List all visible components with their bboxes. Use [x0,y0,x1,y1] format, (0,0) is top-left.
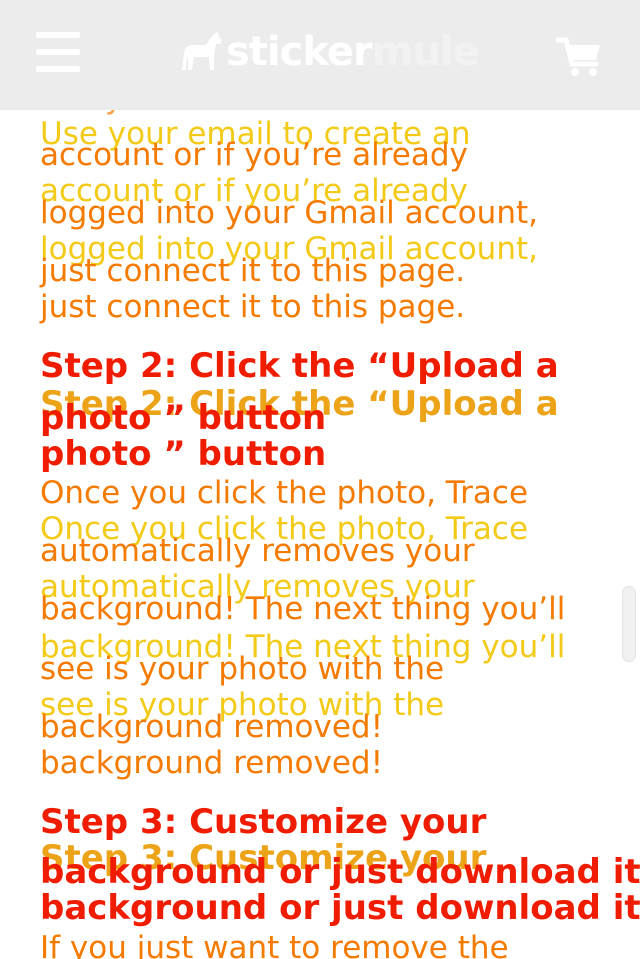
shopping-cart-icon[interactable] [555,36,604,78]
article-content: use your email to create an Use your ema… [0,0,640,959]
step-heading: Step 2: Click the “Upload a [40,346,559,386]
paragraph-line: background removed! [40,745,384,781]
step-heading: Step 3: Customize your [40,802,487,842]
step-heading: background or just download it [40,852,640,892]
paragraph-line: just connect it to this page. [40,289,466,325]
step-heading: background or just download it [40,888,640,928]
logo-wordmark: stickermule [226,29,480,75]
step-heading: photo ” button [40,434,327,474]
paragraph-line: just connect it to this page. [40,253,466,289]
paragraph-line: logged into your Gmail account, [40,195,538,231]
paragraph-line: If you just want to remove the [40,930,509,959]
site-header: stickermule [0,0,640,110]
paragraph-line: see is your photo with the [40,651,445,687]
step-heading: photo ” button [40,398,327,438]
paragraph-line: Once you click the photo, Trace [40,475,529,511]
hamburger-menu-icon[interactable] [36,32,82,74]
sticker-mule-logo[interactable]: stickermule [178,29,480,78]
paragraph-line: background removed! [40,709,384,745]
paragraph-line: account or if you’re already [40,137,468,173]
paragraph-line: background! The next thing you’ll [40,591,566,627]
paragraph-line: automatically removes your [40,533,475,569]
mule-logo-icon [182,32,222,70]
page-scrollbar[interactable] [622,586,636,662]
